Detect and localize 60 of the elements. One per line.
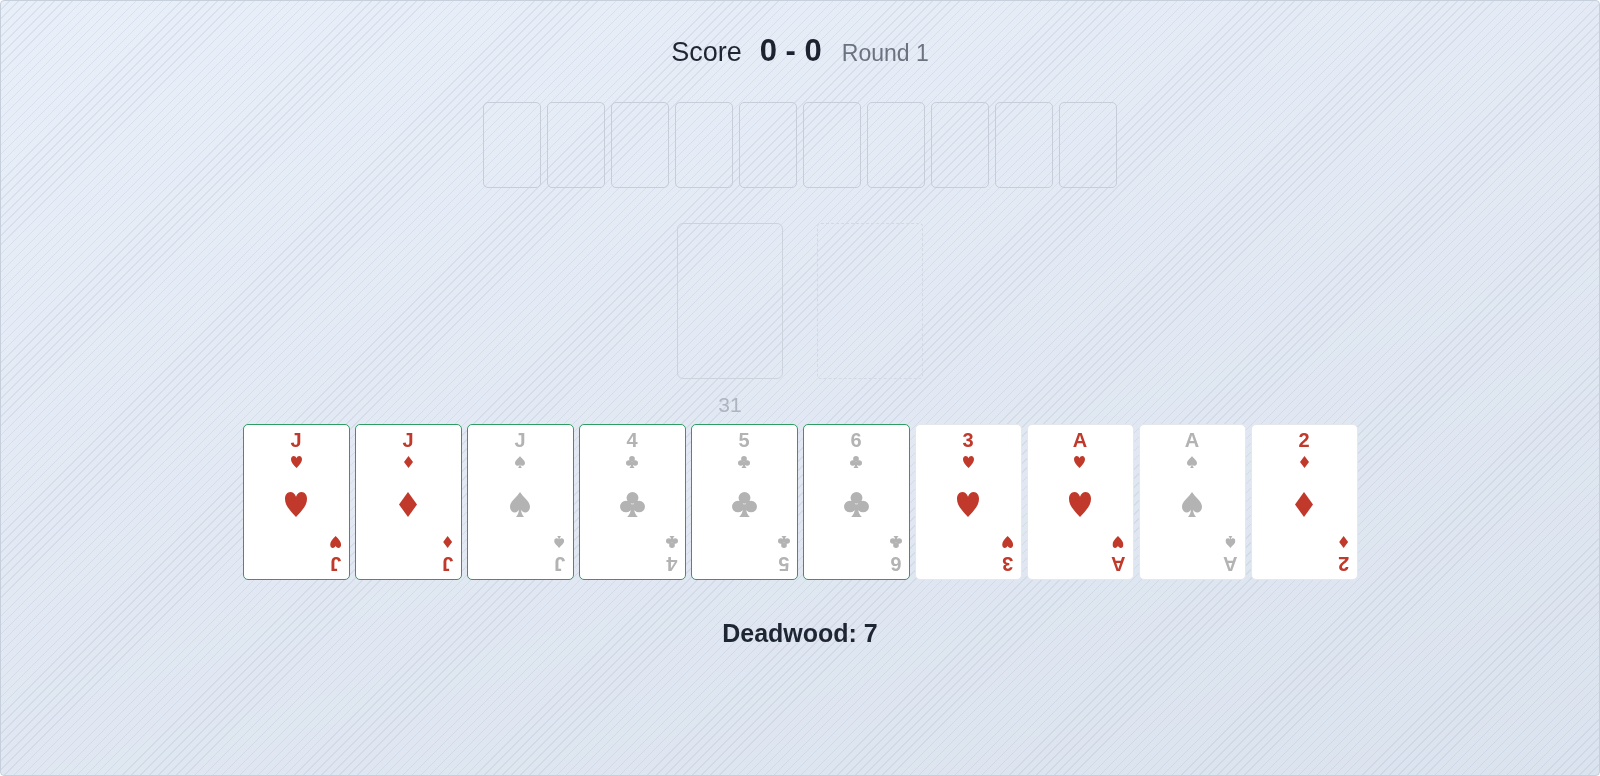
spade-icon <box>515 456 525 468</box>
heart-icon <box>290 456 302 468</box>
club-icon <box>731 491 757 517</box>
spade-icon <box>510 491 530 517</box>
score-label: Score <box>671 36 742 69</box>
round-label: Round 1 <box>841 39 929 68</box>
card-rank: J <box>442 554 454 574</box>
card-rank: 4 <box>626 430 638 450</box>
heart-icon <box>1002 536 1014 548</box>
card-rank: 6 <box>850 430 862 450</box>
card-rank: 4 <box>665 554 678 574</box>
club-icon <box>889 536 902 548</box>
card-rank: A <box>1184 430 1200 450</box>
playing-card[interactable]: J J <box>354 424 462 580</box>
diamond-icon <box>1299 456 1309 468</box>
heart-icon <box>962 456 974 468</box>
playing-card[interactable]: J J <box>242 424 350 580</box>
diamond-icon <box>1295 491 1313 517</box>
heart-icon <box>957 491 979 517</box>
card-rank: 6 <box>889 554 902 574</box>
card-rank: 2 <box>1298 430 1310 450</box>
diamond-icon <box>443 536 453 548</box>
card-rank: 3 <box>1002 554 1014 574</box>
spade-icon <box>554 536 565 548</box>
club-icon <box>626 456 638 468</box>
diamond-icon <box>399 491 417 517</box>
card-rank: J <box>402 430 414 450</box>
deadwood-total: Deadwood: 7 <box>722 618 878 648</box>
diamond-icon <box>403 456 413 468</box>
playing-card[interactable]: 2 2 <box>1250 424 1358 580</box>
heart-icon <box>285 491 307 517</box>
card-rank: 3 <box>962 430 974 450</box>
card-rank: 5 <box>738 430 750 450</box>
playing-card[interactable]: A A <box>1026 424 1134 580</box>
score-value: 0 - 0 <box>759 33 822 69</box>
heart-icon <box>1069 491 1091 517</box>
club-icon <box>619 491 645 517</box>
spade-icon <box>1182 491 1202 517</box>
card-rank: A <box>1111 554 1126 574</box>
club-icon <box>665 536 678 548</box>
card-rank: J <box>330 554 342 574</box>
heart-icon <box>330 536 342 548</box>
card-rank: 5 <box>777 554 790 574</box>
card-rank: J <box>514 430 526 450</box>
deck-pile[interactable] <box>677 223 783 379</box>
card-rank: J <box>290 430 302 450</box>
spade-icon <box>1187 456 1197 468</box>
playing-card[interactable]: 3 3 <box>914 424 1022 580</box>
club-icon <box>850 456 862 468</box>
club-icon <box>843 491 869 517</box>
heart-icon <box>1074 456 1086 468</box>
diamond-icon <box>1339 536 1349 548</box>
club-icon <box>777 536 790 548</box>
club-icon <box>738 456 750 468</box>
spade-icon <box>1225 536 1236 548</box>
card-rank: 2 <box>1338 554 1350 574</box>
card-rank: A <box>1072 430 1088 450</box>
card-rank: A <box>1223 554 1238 574</box>
card-rank: J <box>554 554 566 574</box>
heart-icon <box>1112 536 1124 548</box>
